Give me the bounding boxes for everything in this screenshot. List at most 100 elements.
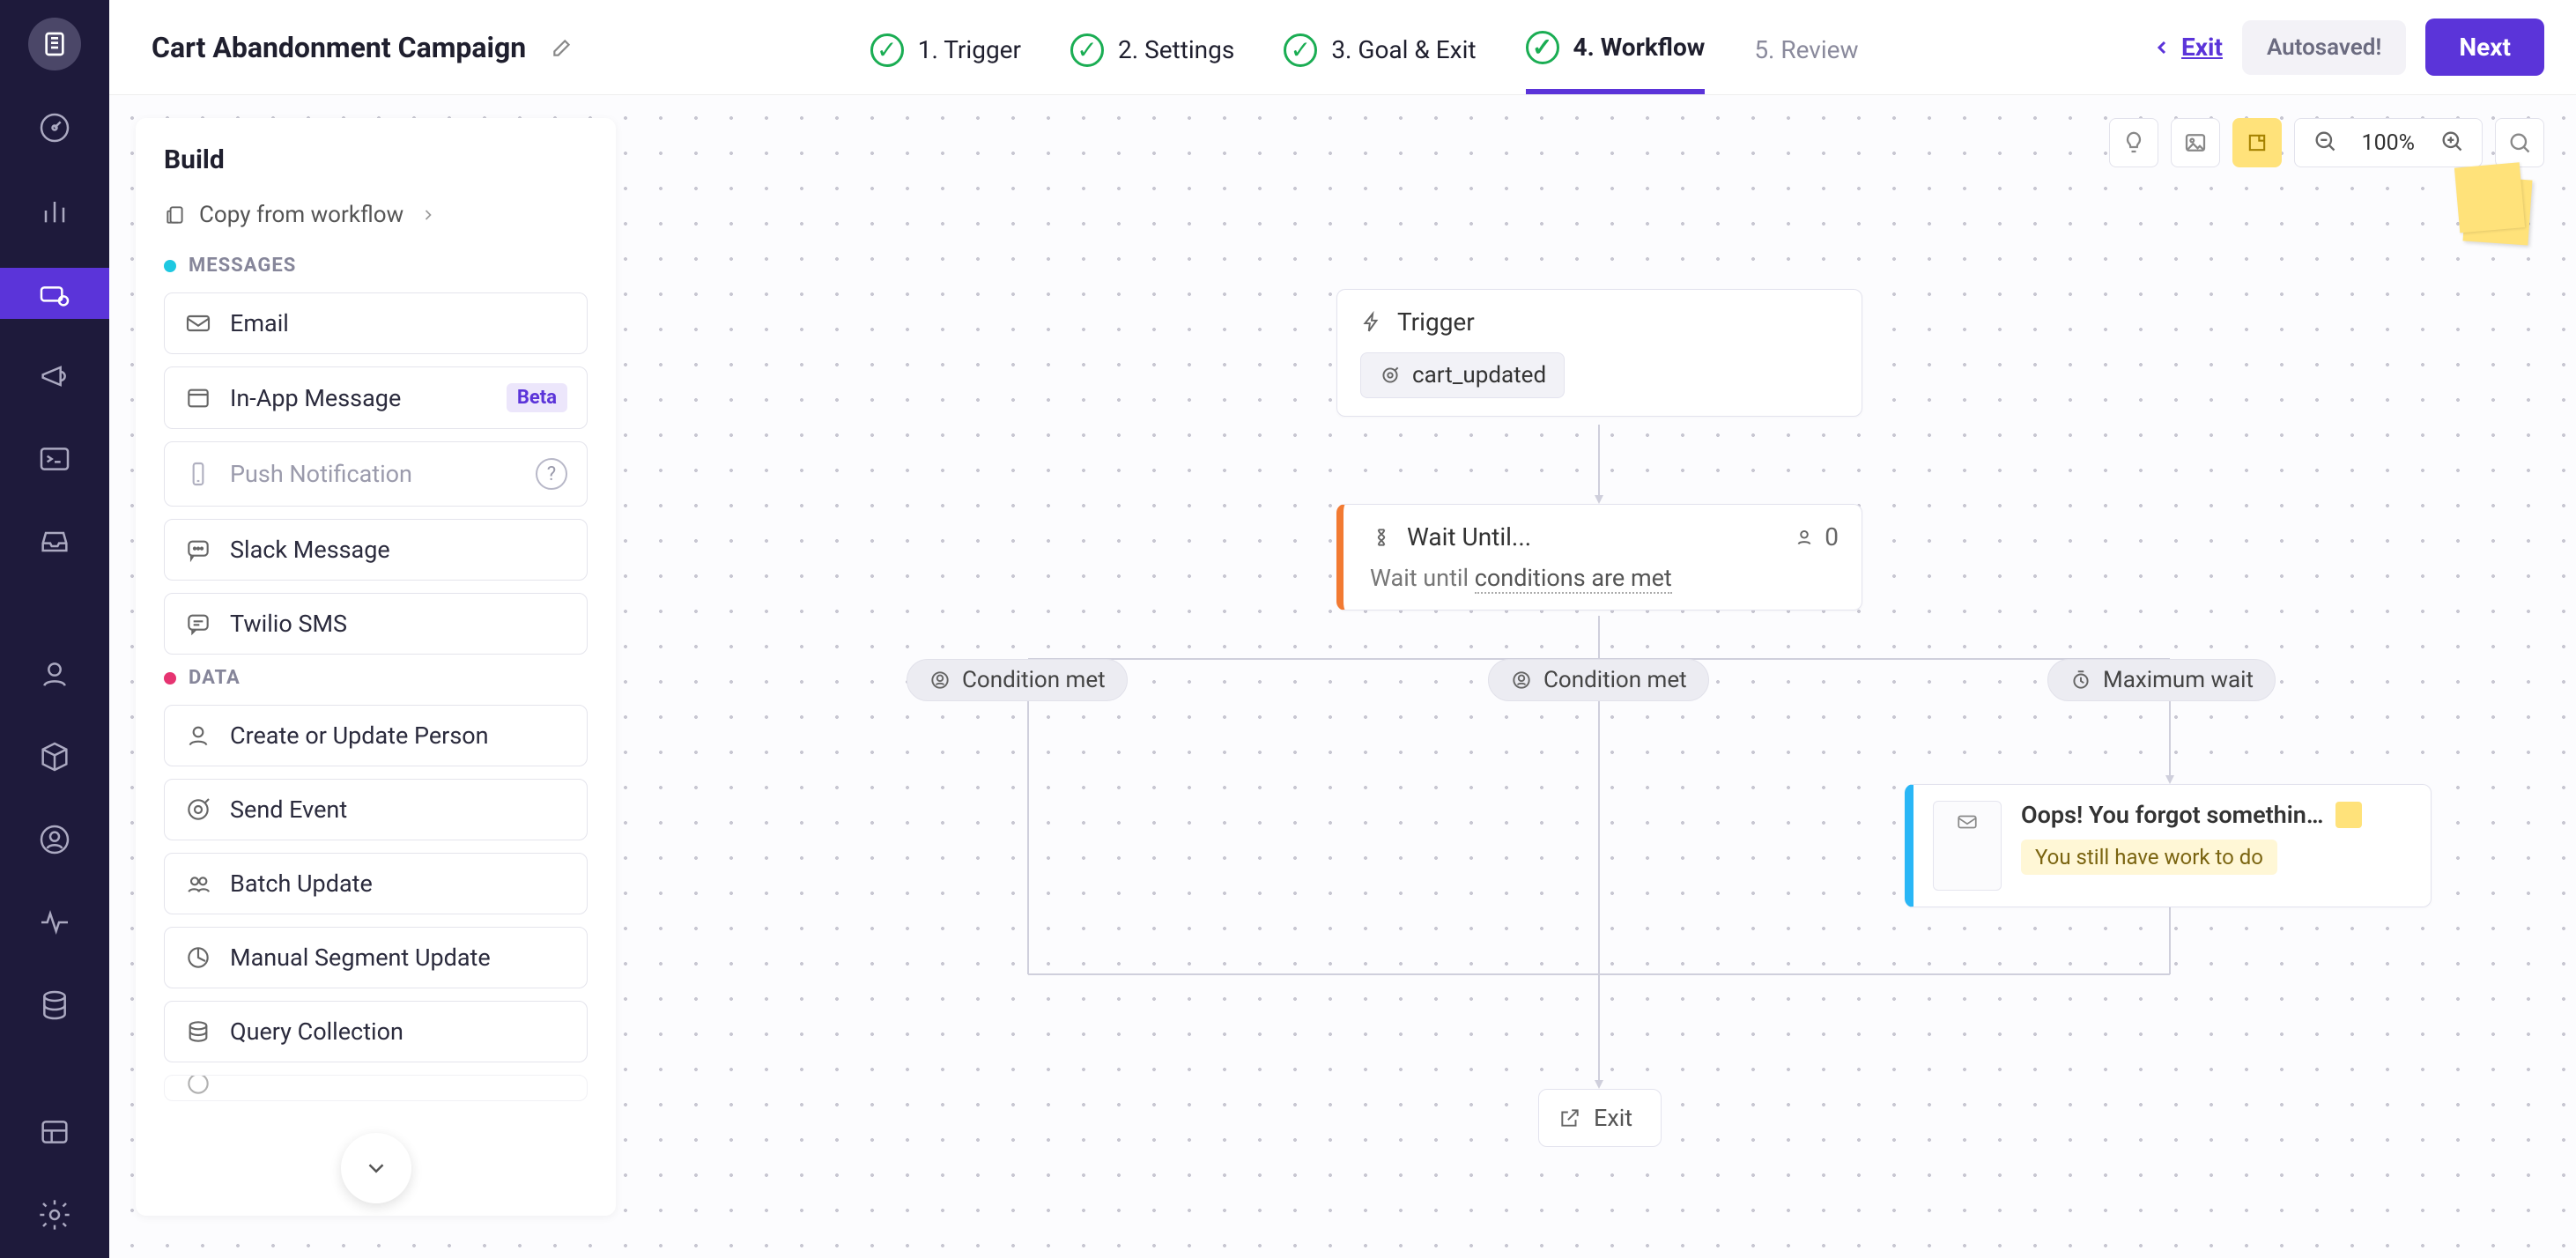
sticky-note-icon[interactable] (2463, 176, 2533, 246)
wait-title: Wait Until... (1407, 522, 1531, 551)
block-create-person[interactable]: Create or Update Person (164, 705, 588, 766)
block-send-event[interactable]: Send Event (164, 779, 588, 840)
rail-settings-icon[interactable] (0, 1189, 109, 1240)
rail-inbox-icon[interactable] (0, 516, 109, 567)
block-label: Query Collection (230, 1018, 403, 1046)
step-label: 5. Review (1754, 35, 1858, 64)
zoom-controls: 100% (2294, 118, 2483, 167)
copy-label: Copy from workflow (199, 202, 403, 228)
rail-activity-icon[interactable] (0, 897, 109, 948)
branch-label: Condition met (962, 667, 1106, 693)
block-push[interactable]: Push Notification ? (164, 441, 588, 507)
branch-label: Condition met (1543, 667, 1687, 693)
canvas-toolbar: 100% (2109, 118, 2544, 167)
note-button[interactable] (2232, 118, 2282, 167)
search-button[interactable] (2495, 118, 2544, 167)
block-twilio[interactable]: Twilio SMS (164, 593, 588, 655)
section-messages: MESSAGES (164, 255, 588, 277)
trigger-title: Trigger (1397, 307, 1475, 337)
zoom-in-button[interactable] (2432, 129, 2471, 157)
block-more[interactable] (164, 1075, 588, 1101)
block-label: Send Event (230, 796, 347, 824)
block-query-collection[interactable]: Query Collection (164, 1001, 588, 1062)
check-icon: ✓ (1070, 33, 1104, 67)
block-label: Batch Update (230, 870, 373, 898)
step-label: 3. Goal & Exit (1331, 35, 1476, 64)
rail-database-icon[interactable] (0, 980, 109, 1031)
panel-title: Build (164, 144, 588, 175)
rail-segment-icon[interactable] (0, 814, 109, 865)
step-label: 1. Trigger (918, 35, 1021, 64)
step-trigger[interactable]: ✓ 1. Trigger (870, 0, 1021, 94)
header-actions: Exit Autosaved! Next (2151, 18, 2544, 76)
beta-badge: Beta (507, 383, 567, 412)
wait-subtitle: Wait until conditions are met (1370, 564, 1839, 592)
block-label: Slack Message (230, 536, 390, 564)
copy-from-workflow[interactable]: Copy from workflow (164, 202, 588, 228)
app-logo[interactable] (28, 18, 81, 70)
step-label: 4. Workflow (1573, 33, 1706, 62)
block-label: Twilio SMS (230, 610, 347, 638)
check-icon: ✓ (870, 33, 904, 67)
block-inapp[interactable]: In-App Message Beta (164, 366, 588, 429)
rail-people-icon[interactable] (0, 648, 109, 699)
rail-analytics-icon[interactable] (0, 185, 109, 236)
dot-icon (164, 672, 176, 684)
check-icon: ✓ (1284, 33, 1317, 67)
branch-label: Maximum wait (2103, 667, 2254, 693)
email-node[interactable]: Oops! You forgot somethin… You still hav… (1905, 784, 2432, 907)
exit-link[interactable]: Exit (2151, 33, 2223, 62)
nav-rail (0, 0, 109, 1258)
zoom-out-button[interactable] (2306, 129, 2344, 157)
trigger-node[interactable]: Trigger cart_updated (1336, 289, 1862, 417)
autosave-status: Autosaved! (2242, 20, 2406, 75)
rail-layout-icon[interactable] (0, 1106, 109, 1158)
page-header: Cart Abandonment Campaign ✓ 1. Trigger ✓… (109, 0, 2576, 95)
image-button[interactable] (2171, 118, 2220, 167)
block-manual-segment[interactable]: Manual Segment Update (164, 927, 588, 988)
block-label: Email (230, 309, 289, 337)
section-data: DATA (164, 667, 588, 689)
trigger-event-chip[interactable]: cart_updated (1360, 352, 1565, 398)
exit-label: Exit (2181, 33, 2223, 62)
next-button[interactable]: Next (2425, 18, 2544, 76)
rail-box-icon[interactable] (0, 731, 109, 782)
scroll-down-button[interactable] (341, 1133, 411, 1203)
branch-condition-mid[interactable]: Condition met (1488, 659, 1709, 701)
dot-icon (164, 260, 176, 272)
email-thumbnail (1933, 801, 2002, 891)
block-email[interactable]: Email (164, 292, 588, 354)
zoom-level: 100% (2353, 130, 2424, 156)
step-goal-exit[interactable]: ✓ 3. Goal & Exit (1284, 0, 1476, 94)
block-batch-update[interactable]: Batch Update (164, 853, 588, 914)
step-settings[interactable]: ✓ 2. Settings (1070, 0, 1234, 94)
help-icon[interactable]: ? (536, 458, 567, 490)
block-label: Manual Segment Update (230, 944, 491, 972)
rail-broadcast-icon[interactable] (0, 351, 109, 402)
workflow-canvas[interactable]: Build Copy from workflow MESSAGES Email … (109, 95, 2576, 1258)
step-review[interactable]: 5. Review (1754, 0, 1858, 94)
branch-condition-left[interactable]: Condition met (907, 659, 1128, 701)
campaign-title: Cart Abandonment Campaign (152, 31, 526, 64)
exit-node-label: Exit (1594, 1104, 1632, 1132)
edit-title-button[interactable] (547, 33, 577, 63)
block-label: In-App Message (230, 384, 401, 412)
step-label: 2. Settings (1118, 35, 1234, 64)
wizard-steps: ✓ 1. Trigger ✓ 2. Settings ✓ 3. Goal & E… (870, 0, 1859, 94)
block-label: Create or Update Person (230, 722, 489, 750)
wait-count: 0 (1793, 522, 1839, 551)
note-icon (2335, 802, 2362, 828)
tips-button[interactable] (2109, 118, 2158, 167)
exit-node[interactable]: Exit (1538, 1089, 1662, 1147)
email-warning-badge: You still have work to do (2021, 840, 2277, 875)
build-panel: Build Copy from workflow MESSAGES Email … (136, 118, 616, 1216)
branch-max-wait[interactable]: Maximum wait (2047, 659, 2276, 701)
rail-campaigns-icon[interactable] (0, 268, 109, 319)
step-workflow[interactable]: ✓ 4. Workflow (1526, 0, 1706, 94)
block-label: Push Notification (230, 460, 412, 488)
rail-terminal-icon[interactable] (0, 433, 109, 485)
block-slack[interactable]: Slack Message (164, 519, 588, 581)
wait-node[interactable]: Wait Until... 0 Wait until conditions ar… (1336, 504, 1862, 610)
rail-dashboard-icon[interactable] (0, 102, 109, 153)
trigger-event-label: cart_updated (1412, 362, 1546, 388)
